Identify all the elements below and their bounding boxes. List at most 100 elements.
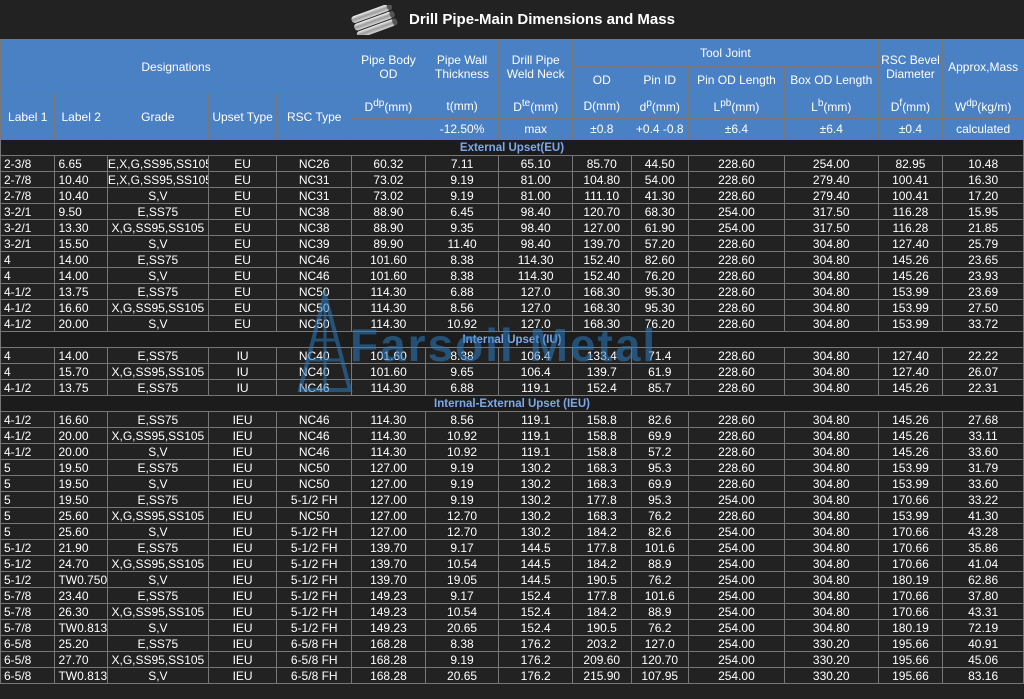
cell-wall-thickness: 9.19 (424, 651, 500, 668)
cell-grade: S,V (106, 187, 209, 204)
cell-pin-id: 71.4 (630, 347, 690, 364)
cell-weld-neck: 176.2 (498, 667, 574, 684)
cell-pipe-body-od: 88.90 (351, 219, 426, 236)
cell-upset-type: EU (207, 155, 278, 172)
cell-approx-mass: 33.60 (942, 443, 1024, 460)
cell-box-od-length: 304.80 (783, 443, 879, 460)
cell-grade: E,SS75 (106, 283, 209, 300)
table-row: 6-5/8 25.20 E,SS75 IEU 6-5/8 FH 168.28 8.38 176… (0, 635, 1024, 652)
cell-rsc-type: 5-1/2 FH (276, 555, 353, 572)
table-body: External Upset(EU) 2-3/8 6.65 E,X,G,SS95,SS… (0, 139, 1024, 684)
cell-weld-neck: 127.0 (498, 299, 574, 316)
cell-label2: 25.60 (54, 523, 108, 540)
cell-wall-thickness: 8.38 (424, 251, 500, 268)
table-row: 5 19.50 S,V IEU NC50 127.00 9.19 130.2 168.3 69.9… (0, 475, 1024, 492)
cell-upset-type: EU (207, 219, 278, 236)
cell-weld-neck: 130.2 (498, 507, 574, 524)
cell-box-od-length: 304.80 (783, 315, 879, 332)
cell-label2: TW0.813 (54, 619, 108, 636)
cell-approx-mass: 41.30 (942, 507, 1024, 524)
cell-box-od-length: 304.80 (783, 283, 879, 300)
cell-pipe-body-od: 149.23 (351, 587, 426, 604)
cell-tj-od: 177.8 (572, 539, 632, 556)
cell-weld-neck: 152.4 (498, 587, 574, 604)
cell-pin-id: 82.60 (630, 251, 690, 268)
cell-label1: 3-2/1 (0, 235, 56, 252)
cell-box-od-length: 304.80 (783, 379, 879, 396)
cell-tj-od: 177.8 (572, 491, 632, 508)
cell-weld-neck: 127.0 (498, 315, 574, 332)
cell-box-od-length: 317.50 (783, 203, 879, 220)
cell-tj-od: 120.70 (572, 203, 632, 220)
cell-weld-neck: 98.40 (498, 235, 574, 252)
cell-grade: E,SS75 (106, 635, 209, 652)
cell-label2: TW0.750 (54, 571, 108, 588)
cell-approx-mass: 23.93 (942, 267, 1024, 284)
cell-tj-od: 168.3 (572, 475, 632, 492)
cell-rsc-bevel: 195.66 (877, 667, 944, 684)
cell-tj-od: 168.30 (572, 283, 632, 300)
cell-tj-od: 168.30 (572, 315, 632, 332)
header-upset-type: Upset Type (207, 93, 278, 140)
cell-upset-type: EU (207, 251, 278, 268)
cell-grade: S,V (106, 667, 209, 684)
cell-tj-od: 184.2 (572, 603, 632, 620)
cell-upset-type: IEU (207, 539, 278, 556)
cell-upset-type: IU (207, 347, 278, 364)
cell-label2: 14.00 (54, 267, 108, 284)
cell-pin-id: 107.95 (630, 667, 690, 684)
cell-approx-mass: 15.95 (942, 203, 1024, 220)
cell-wall-thickness: 9.65 (424, 363, 500, 380)
cell-grade: X,G,SS95,SS105 (106, 219, 209, 236)
cell-approx-mass: 26.07 (942, 363, 1024, 380)
unit-df: Df(mm) (877, 93, 944, 119)
cell-upset-type: IU (207, 363, 278, 380)
cell-label2: 13.75 (54, 283, 108, 300)
cell-upset-type: IEU (207, 555, 278, 572)
cell-upset-type: EU (207, 203, 278, 220)
cell-label1: 5-1/2 (0, 555, 56, 572)
cell-label2: 14.00 (54, 251, 108, 268)
cell-label2: 25.60 (54, 507, 108, 524)
cell-label2: 27.70 (54, 651, 108, 668)
cell-box-od-length: 304.80 (783, 299, 879, 316)
table-row: 4-1/2 13.75 E,SS75 IU NC46 114.30 6.88 119.1 152… (0, 379, 1024, 396)
cell-rsc-bevel: 127.40 (877, 347, 944, 364)
section-header-row: Internal-External Upset (IEU) (0, 395, 1024, 412)
cell-box-od-length: 254.00 (783, 155, 879, 172)
cell-pin-od-length: 228.60 (688, 267, 785, 284)
table-row: 4-1/2 20.00 S,V IEU NC46 114.30 10.92 119.1 158.… (0, 443, 1024, 460)
cell-pin-id: 76.20 (630, 315, 690, 332)
cell-pin-od-length: 228.60 (688, 379, 785, 396)
cell-pin-id: 95.30 (630, 283, 690, 300)
cell-rsc-bevel: 100.41 (877, 171, 944, 188)
cell-grade: S,V (106, 315, 209, 332)
cell-wall-thickness: 10.54 (424, 555, 500, 572)
unit-wdp: Wdp(kg/m) (942, 93, 1024, 119)
cell-upset-type: IEU (207, 571, 278, 588)
unit-lb: Lb(mm) (783, 93, 879, 119)
cell-pin-od-length: 254.00 (688, 491, 785, 508)
cell-pin-id: 69.9 (630, 427, 690, 444)
cell-label1: 4-1/2 (0, 411, 56, 428)
cell-pin-id: 61.9 (630, 363, 690, 380)
cell-weld-neck: 130.2 (498, 475, 574, 492)
cell-pin-id: 57.2 (630, 443, 690, 460)
cell-grade: X,G,SS95,SS105 (106, 427, 209, 444)
table-row: 5 19.50 E,SS75 IEU 5-1/2 FH 127.00 9.19 130.2 17… (0, 491, 1024, 508)
cell-weld-neck: 98.40 (498, 219, 574, 236)
cell-pin-id: 44.50 (630, 155, 690, 172)
cell-label2: 9.50 (54, 203, 108, 220)
cell-rsc-bevel: 170.66 (877, 555, 944, 572)
cell-approx-mass: 35.86 (942, 539, 1024, 556)
cell-pin-od-length: 228.60 (688, 475, 785, 492)
cell-box-od-length: 304.80 (783, 411, 879, 428)
cell-weld-neck: 106.4 (498, 347, 574, 364)
cell-approx-mass: 21.85 (942, 219, 1024, 236)
cell-pipe-body-od: 73.02 (351, 171, 426, 188)
cell-rsc-bevel: 82.95 (877, 155, 944, 172)
cell-label1: 3-2/1 (0, 219, 56, 236)
cell-label1: 4-1/2 (0, 379, 56, 396)
table-row: 4-1/2 20.00 S,V EU NC50 114.30 10.92 127.0 168.3… (0, 315, 1024, 332)
header-pipe-wall-thickness: Pipe Wall Thickness (424, 39, 500, 94)
